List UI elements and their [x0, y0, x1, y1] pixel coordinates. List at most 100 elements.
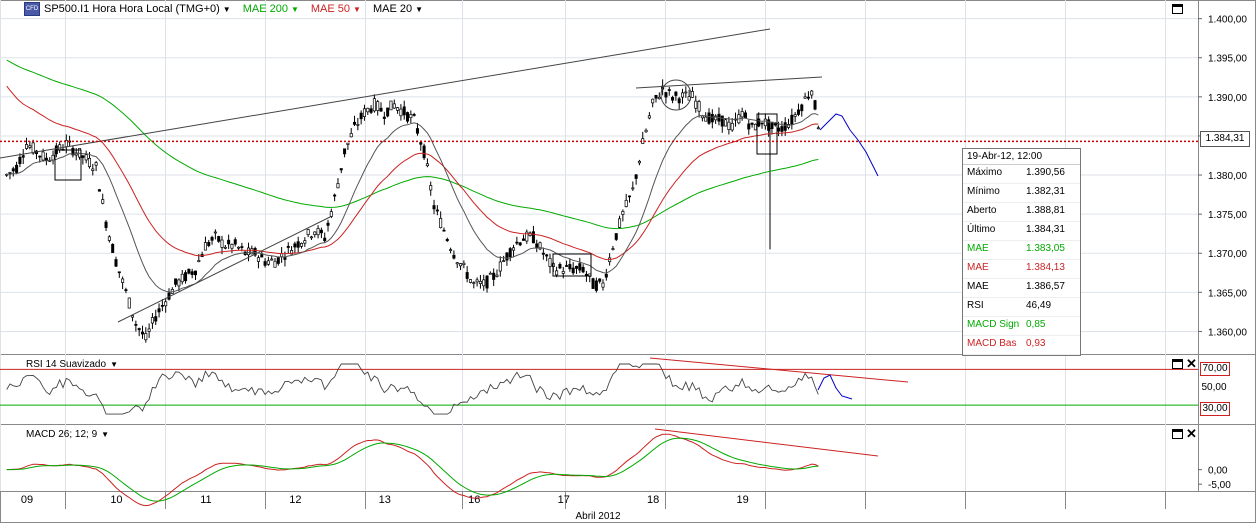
info-row: Máximo 1.390,56 [963, 165, 1080, 184]
candle-body [41, 151, 45, 161]
candle-body [319, 229, 323, 234]
candle-body [353, 121, 357, 125]
candle-body [704, 116, 708, 122]
candle-body [137, 328, 141, 331]
candle-body [406, 112, 410, 122]
chevron-down-icon: ▼ [101, 430, 110, 439]
candle-body [51, 154, 55, 161]
candle-body [31, 142, 35, 154]
info-row-value: 46,49 [1026, 300, 1052, 311]
candle-body [710, 113, 714, 123]
day-label: 17 [558, 494, 570, 506]
candle-body [329, 211, 333, 217]
candle-body [571, 267, 575, 274]
day-label: 12 [289, 494, 301, 506]
candle-body [419, 142, 423, 145]
candle-body [402, 106, 406, 116]
candle-body [697, 101, 701, 112]
candle-body [800, 104, 804, 112]
info-row: Aberto 1.388,81 [963, 203, 1080, 222]
candle-body [217, 236, 221, 242]
candle-body [84, 154, 88, 161]
day-label: 19 [736, 494, 748, 506]
candle-body [502, 260, 506, 262]
mae20-toggle[interactable]: MAE 20 ▼ [373, 3, 423, 15]
candle-body [227, 239, 231, 245]
candle-body [555, 270, 559, 276]
symbol-title[interactable]: SP500.I1 Hora Hora Local (TMG+0) ▼ [44, 3, 231, 15]
rsi-mid-label: 50,00 [1201, 382, 1227, 393]
candle-body [359, 112, 363, 120]
candle-body [422, 145, 426, 159]
candle-body [187, 268, 191, 274]
candle-body [654, 94, 658, 99]
price-tick-label: 1.395,00 [1208, 54, 1247, 65]
candle-body [498, 261, 502, 272]
candle-body [38, 155, 42, 158]
candle-body [730, 123, 734, 131]
candle-body [293, 243, 297, 248]
close-macd-icon[interactable]: ✕ [1186, 427, 1197, 440]
candle-body [197, 260, 201, 262]
candle-body [558, 264, 562, 269]
candle-body [475, 279, 479, 283]
candle-body [87, 157, 91, 168]
candle-body [581, 267, 585, 273]
info-row: MAE 1.383,05 [963, 241, 1080, 260]
info-row-label: Máximo [967, 167, 1003, 178]
info-row-value: 0,93 [1026, 338, 1046, 349]
candle-body [763, 118, 767, 127]
mae50-toggle[interactable]: MAE 50 ▼ [311, 3, 361, 15]
macd-base-line [6, 433, 819, 507]
info-row: MAE 1.384,13 [963, 260, 1080, 279]
candle-body [621, 210, 625, 215]
candle-body [545, 254, 549, 257]
candle-body [505, 252, 509, 261]
candle-body [333, 194, 337, 197]
candle-body [409, 114, 413, 118]
candle-body [117, 271, 121, 274]
candle-body [518, 242, 522, 246]
candle-body [671, 97, 675, 101]
maximize-rsi-button[interactable] [1172, 359, 1183, 369]
candle-body [372, 98, 376, 112]
close-rsi-icon[interactable]: ✕ [1186, 357, 1197, 370]
rsi-divergence-line [649, 357, 909, 383]
candle-body [389, 100, 393, 111]
candle-body [140, 331, 144, 335]
candle-body [521, 238, 525, 241]
macd-pane-label[interactable]: MACD 26; 12; 9 ▼ [26, 429, 109, 440]
candle-body [203, 242, 207, 251]
candle-body [399, 108, 403, 117]
info-date: 19-Abr-12, 12:00 [963, 149, 1080, 165]
candle-body [81, 155, 85, 158]
candle-body [193, 270, 198, 276]
chevron-down-icon: ▼ [353, 4, 361, 14]
candle-body [107, 236, 111, 241]
candle-body [445, 239, 449, 242]
rsi-pane-label[interactable]: RSI 14 Suavizado ▼ [26, 359, 118, 370]
candle-body [700, 115, 704, 119]
chevron-down-icon: ▼ [290, 4, 299, 14]
candle-body [647, 115, 651, 119]
rsi-upper-label: 70,00 [1200, 362, 1230, 376]
maximize-macd-button[interactable] [1172, 429, 1183, 439]
maximize-main-button[interactable] [1172, 4, 1183, 14]
candle-body [432, 205, 436, 210]
candle-body [356, 123, 360, 126]
info-row: Mínimo 1.382,31 [963, 184, 1080, 203]
candle-body [392, 103, 396, 109]
candle-body [452, 254, 456, 259]
price-tick-label: 1.380,00 [1208, 171, 1247, 182]
candle-body [382, 116, 386, 119]
candle-body [541, 252, 545, 255]
candle-body [210, 236, 214, 241]
day-label: 18 [647, 494, 659, 506]
candle-body [306, 229, 310, 235]
info-row-value: 1.386,57 [1026, 281, 1065, 292]
chevron-down-icon: ▼ [222, 4, 231, 14]
candle-body [720, 115, 724, 127]
candle-body [207, 242, 211, 246]
mae200-toggle[interactable]: MAE 200 ▼ [243, 3, 299, 15]
candle-body [442, 229, 446, 232]
